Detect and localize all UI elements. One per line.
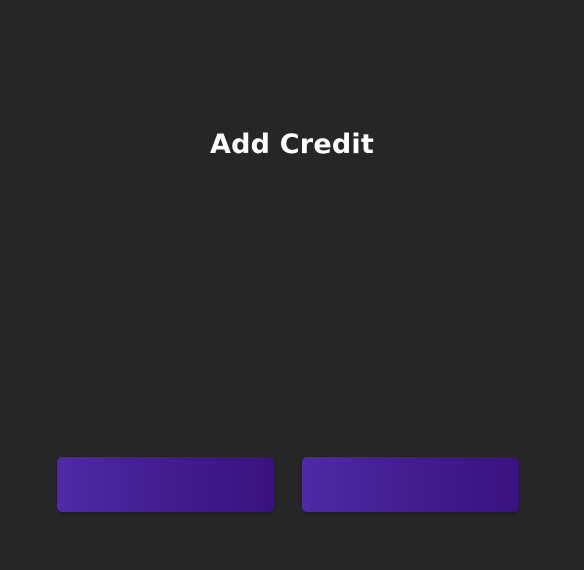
credit-option-button-1[interactable] (57, 457, 274, 512)
add-credit-dialog: Add Credit (0, 0, 584, 570)
dialog-title: Add Credit (210, 129, 374, 160)
credit-option-button-2[interactable] (302, 457, 519, 512)
